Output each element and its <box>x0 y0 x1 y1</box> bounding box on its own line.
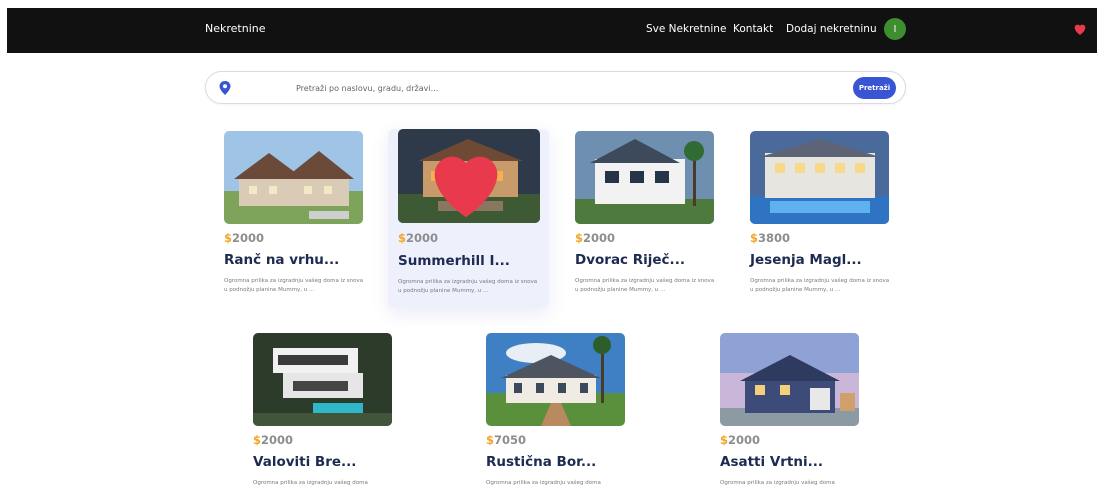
listing-card[interactable]: $2000 Valoviti Bre... Ogromna prilika za… <box>244 333 394 491</box>
listing-photo[interactable] <box>575 131 714 224</box>
listing-description: Ogromna prilika za izgradnju vašeg doma <box>253 480 368 486</box>
listing-title[interactable]: Valoviti Bre... <box>253 454 356 470</box>
listing-description: Ogromna prilika za izgradnju vašeg doma <box>486 480 601 486</box>
top-navbar: Nekretnine Sve Nekretnine Kontakt Dodaj … <box>7 8 1097 53</box>
listing-card[interactable]: $2000 Dvorac Riječ... Ogromna prilika za… <box>566 131 716 301</box>
listing-title[interactable]: Dvorac Riječ... <box>575 252 685 268</box>
listing-card[interactable]: $3800 Jesenja Magl... Ogromna prilika za… <box>741 131 891 301</box>
listing-card[interactable]: $7050 Rustična Bor... Ogromna prilika za… <box>477 333 627 491</box>
listing-price: $2000 <box>224 231 265 245</box>
page: Nekretnine Sve Nekretnine Kontakt Dodaj … <box>0 0 1097 491</box>
brand-logo-text[interactable]: Nekretnine <box>205 22 266 35</box>
listing-title[interactable]: Jesenja Magl... <box>750 252 862 268</box>
listing-title[interactable]: Rustična Bor... <box>486 454 596 470</box>
listing-description: Ogromna prilika za izgradnju vašeg doma <box>720 480 835 486</box>
listing-price: $2000 <box>398 231 439 245</box>
listing-photo[interactable] <box>486 333 625 426</box>
listing-photo[interactable] <box>224 131 363 224</box>
listing-price: $3800 <box>750 231 791 245</box>
search-bar: Pretraži <box>205 71 906 104</box>
listing-price: $2000 <box>720 433 761 447</box>
listing-description: Ogromna prilika za izgradnju vašeg doma … <box>750 278 890 293</box>
listing-photo[interactable] <box>720 333 859 426</box>
location-pin-icon <box>219 81 231 95</box>
avatar-initial: I <box>893 23 897 35</box>
listing-price: $2000 <box>575 231 616 245</box>
listing-title[interactable]: Summerhill I... <box>398 253 510 269</box>
listing-photo[interactable] <box>253 333 392 426</box>
user-avatar[interactable]: I <box>884 18 906 40</box>
listing-card[interactable]: $2000 Asatti Vrtni... Ogromna prilika za… <box>711 333 861 491</box>
listing-title[interactable]: Ranč na vrhu... <box>224 252 339 268</box>
listing-card[interactable]: $2000 Summerhill I... Ogromna prilika za… <box>388 129 549 308</box>
listing-photo[interactable] <box>398 129 540 223</box>
nav-link-all-properties[interactable]: Sve Nekretnine <box>646 23 726 35</box>
favorite-heart-icon[interactable] <box>398 135 537 223</box>
listing-description: Ogromna prilika za izgradnju vašeg doma … <box>224 278 364 293</box>
nav-link-add-property[interactable]: Dodaj nekretninu <box>786 23 877 35</box>
listing-price: $2000 <box>253 433 294 447</box>
listing-title[interactable]: Asatti Vrtni... <box>720 454 823 470</box>
favorites-heart-icon[interactable] <box>1072 21 1088 37</box>
listing-description: Ogromna prilika za izgradnju vašeg doma … <box>398 279 538 294</box>
nav-link-contact[interactable]: Kontakt <box>733 23 773 35</box>
listing-photo[interactable] <box>750 131 889 224</box>
listing-price: $7050 <box>486 433 527 447</box>
listing-description: Ogromna prilika za izgradnju vašeg doma … <box>575 278 715 293</box>
search-button[interactable]: Pretraži <box>853 77 896 99</box>
listing-card[interactable]: $2000 Ranč na vrhu... Ogromna prilika za… <box>215 131 365 301</box>
search-input[interactable] <box>296 79 836 97</box>
